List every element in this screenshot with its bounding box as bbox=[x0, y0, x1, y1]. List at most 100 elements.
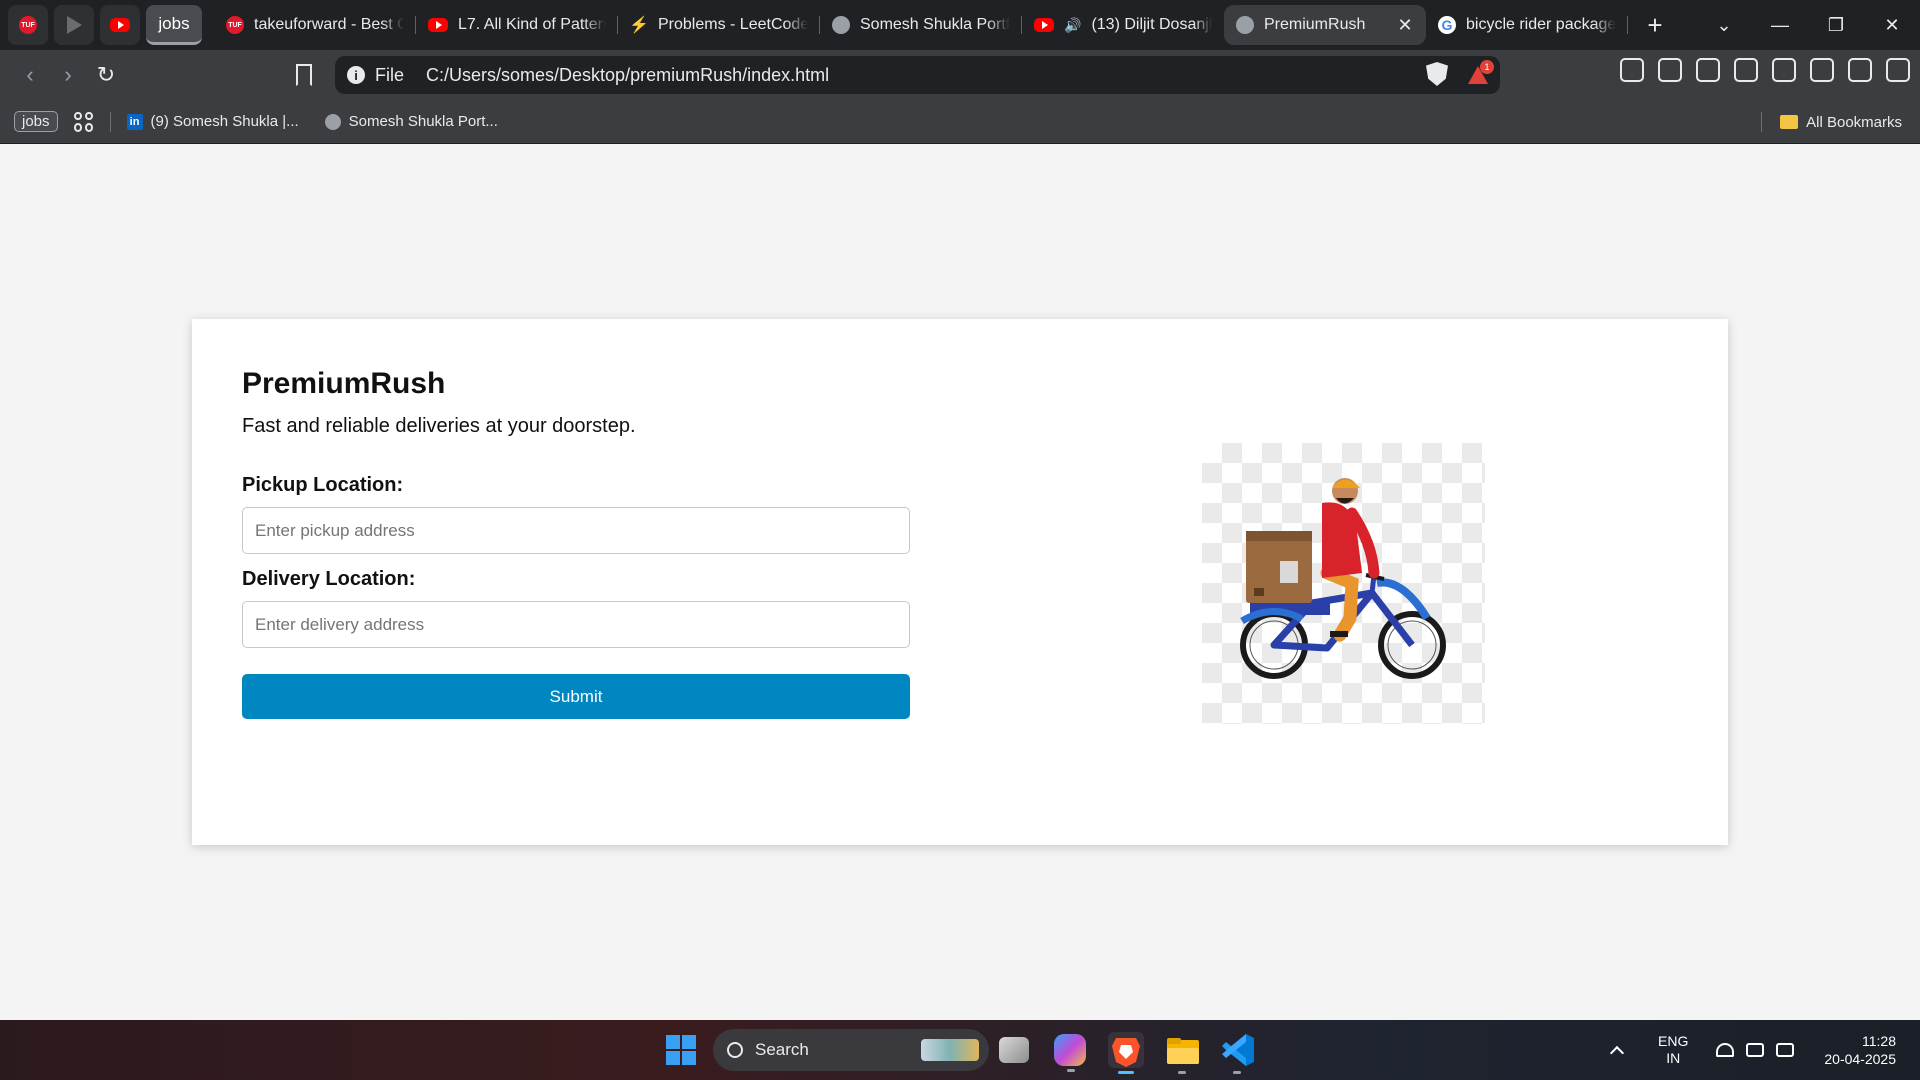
tab-group-jobs[interactable]: jobs bbox=[146, 5, 202, 45]
forward-button[interactable]: › bbox=[50, 57, 86, 93]
search-label: Search bbox=[755, 1040, 809, 1059]
leo-ai-icon[interactable] bbox=[1810, 58, 1834, 82]
scheme-label: File bbox=[375, 64, 405, 85]
running-indicator bbox=[1067, 1069, 1075, 1072]
delivery-label: Delivery Location: bbox=[242, 568, 416, 590]
language-code: ENG bbox=[1658, 1033, 1689, 1049]
tab-portfolio[interactable]: Somesh Shukla Portfo bbox=[820, 5, 1022, 45]
bookmark-linkedin[interactable]: in (9) Somesh Shukla |... bbox=[126, 113, 299, 130]
brave-lion-icon bbox=[1112, 1038, 1140, 1067]
media-icon[interactable] bbox=[1696, 58, 1720, 82]
youtube-icon bbox=[1034, 18, 1054, 32]
alert-count-badge: 1 bbox=[1480, 60, 1494, 74]
tab-title: Problems - LeetCode bbox=[658, 16, 808, 33]
tuf-icon: TUF bbox=[226, 16, 244, 34]
minimize-button[interactable]: — bbox=[1752, 15, 1808, 36]
input-language-indicator[interactable]: ENG IN bbox=[1658, 1033, 1688, 1067]
tab-title: PremiumRush bbox=[1264, 16, 1366, 33]
windows-start-icon[interactable] bbox=[666, 1035, 696, 1065]
tagline: Fast and reliable deliveries at your doo… bbox=[242, 415, 636, 437]
taskbar-search[interactable]: Search bbox=[713, 1029, 989, 1071]
tab-google-search[interactable]: G bicycle rider package bbox=[1426, 5, 1628, 45]
vscode-icon[interactable] bbox=[1220, 1032, 1256, 1074]
tab-diljit-video[interactable]: 🔊 (13) Diljit Dosanjh bbox=[1022, 5, 1224, 45]
globe-icon bbox=[324, 113, 341, 130]
task-view-icon[interactable] bbox=[999, 1037, 1029, 1063]
restore-button[interactable]: ❐ bbox=[1808, 15, 1864, 36]
page-title: PremiumRush bbox=[242, 367, 446, 400]
vpn-icon[interactable] bbox=[1848, 58, 1872, 82]
tab-premiumrush[interactable]: PremiumRush ✕ bbox=[1224, 5, 1426, 45]
page-viewport: PremiumRush Fast and reliable deliveries… bbox=[0, 144, 1920, 1020]
all-bookmarks-button[interactable]: All Bookmarks bbox=[1761, 112, 1902, 132]
battery-icon bbox=[1776, 1043, 1795, 1057]
pinned-tabs: TUF jobs bbox=[0, 0, 202, 50]
clock-date: 20-04-2025 bbox=[1824, 1051, 1896, 1067]
address-bar[interactable]: i File C:/Users/somes/Desktop/premiumRus… bbox=[335, 56, 1500, 94]
pinned-tab-takeuforward[interactable]: TUF bbox=[8, 5, 48, 45]
copilot-icon[interactable] bbox=[1054, 1034, 1086, 1072]
tab-patterns-video[interactable]: L7. All Kind of Pattern bbox=[416, 5, 618, 45]
info-icon[interactable]: i bbox=[347, 66, 365, 84]
bookmark-label: Somesh Shukla Port... bbox=[348, 113, 498, 130]
tab-leetcode[interactable]: ⚡ Problems - LeetCode bbox=[618, 5, 820, 45]
tab-takeuforward[interactable]: TUF takeuforward - Best C bbox=[214, 5, 416, 45]
bookmark-portfolio[interactable]: Somesh Shukla Port... bbox=[324, 113, 498, 130]
system-tray: ENG IN 11:28 20-04-2025 bbox=[1609, 1020, 1920, 1080]
url-text[interactable]: C:/Users/somes/Desktop/premiumRush/index… bbox=[426, 65, 829, 86]
brave-browser-icon[interactable] bbox=[1108, 1032, 1144, 1074]
tab-title: bicycle rider package bbox=[1466, 16, 1616, 33]
wallet-icon[interactable] bbox=[1772, 58, 1796, 82]
tab-title: L7. All Kind of Pattern bbox=[458, 16, 606, 33]
running-indicator bbox=[1178, 1071, 1186, 1074]
youtube-icon bbox=[428, 18, 448, 32]
google-icon: G bbox=[1438, 16, 1456, 34]
leetcode-icon: ⚡ bbox=[629, 17, 649, 34]
close-tab-icon[interactable]: ✕ bbox=[1396, 15, 1414, 36]
folder-icon bbox=[1780, 115, 1799, 129]
pinned-tab-youtube[interactable] bbox=[100, 5, 140, 45]
tab-list: TUF takeuforward - Best C L7. All Kind o… bbox=[214, 0, 1670, 50]
folder-icon bbox=[1167, 1038, 1199, 1064]
menu-icon[interactable] bbox=[1886, 58, 1910, 82]
apps-grid-icon[interactable] bbox=[73, 111, 94, 132]
tuf-icon: TUF bbox=[19, 16, 37, 34]
tab-search-chevron-icon[interactable]: ⌄ bbox=[1696, 15, 1752, 36]
bookmarks-bar: jobs in (9) Somesh Shukla |... Somesh Sh… bbox=[0, 100, 1920, 144]
brave-shields-icon[interactable] bbox=[1426, 62, 1448, 86]
close-window-button[interactable]: ✕ bbox=[1864, 15, 1920, 36]
new-tab-button[interactable]: + bbox=[1640, 10, 1670, 41]
delivery-form: PremiumRush Fast and reliable deliveries… bbox=[242, 367, 910, 719]
pickup-input[interactable] bbox=[242, 507, 910, 554]
tab-separator bbox=[1627, 16, 1628, 34]
brave-rewards-icon[interactable]: 1 bbox=[1466, 60, 1494, 86]
browser-toolbar: ‹ › ↻ i File C:/Users/somes/Desktop/prem… bbox=[0, 50, 1920, 100]
all-bookmarks-label: All Bookmarks bbox=[1806, 113, 1902, 131]
booking-card: PremiumRush Fast and reliable deliveries… bbox=[192, 319, 1728, 845]
delivery-input[interactable] bbox=[242, 601, 910, 648]
submit-button[interactable]: Submit bbox=[242, 674, 910, 719]
speaker-icon[interactable]: 🔊 bbox=[1064, 17, 1081, 34]
file-explorer-icon[interactable] bbox=[1165, 1032, 1201, 1074]
clock[interactable]: 11:28 20-04-2025 bbox=[1824, 1032, 1896, 1068]
reload-button[interactable]: ↻ bbox=[88, 57, 124, 93]
pinned-tab-player[interactable] bbox=[54, 5, 94, 45]
extensions-icon[interactable] bbox=[1620, 58, 1644, 82]
bookmark-divider bbox=[1761, 112, 1763, 132]
downloads-icon[interactable] bbox=[1658, 58, 1682, 82]
sidebar-icon[interactable] bbox=[1734, 58, 1758, 82]
youtube-icon bbox=[110, 18, 130, 32]
bookmark-divider bbox=[109, 111, 111, 132]
search-highlight-image bbox=[921, 1039, 979, 1061]
tab-strip: TUF jobs TUF takeuforward - Best C L7. A… bbox=[0, 0, 1920, 50]
bicycle-rider-illustration bbox=[1240, 478, 1446, 679]
quick-settings[interactable] bbox=[1716, 1043, 1795, 1057]
back-button[interactable]: ‹ bbox=[12, 57, 48, 93]
bookmark-icon[interactable] bbox=[296, 64, 312, 86]
wifi-icon bbox=[1716, 1043, 1735, 1057]
show-hidden-icons-icon[interactable] bbox=[1609, 1045, 1625, 1061]
vscode-logo-icon bbox=[1222, 1034, 1254, 1066]
toolbar-actions bbox=[1620, 58, 1910, 82]
tab-title: Somesh Shukla Portfo bbox=[860, 16, 1010, 33]
bookmark-group-jobs[interactable]: jobs bbox=[14, 111, 58, 132]
